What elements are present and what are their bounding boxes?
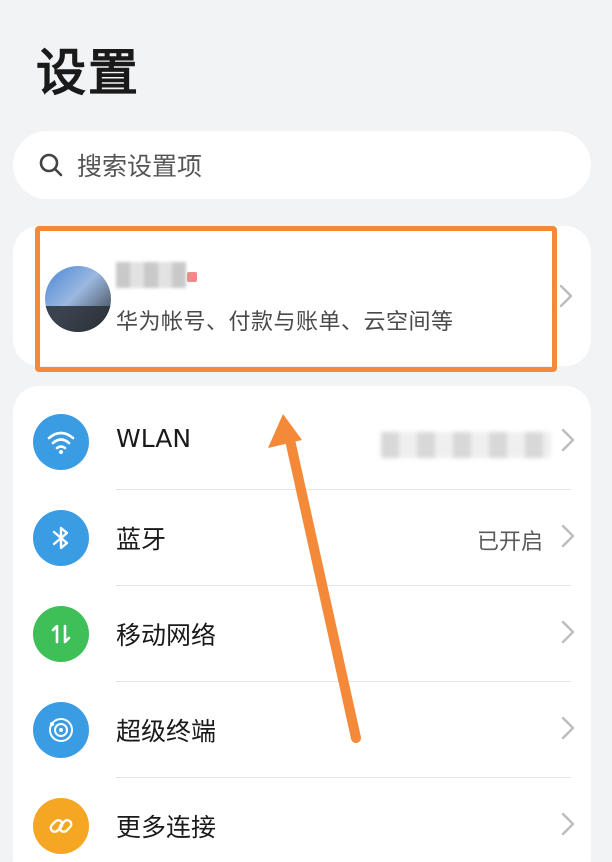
chevron-right-icon xyxy=(561,716,575,740)
bluetooth-status: 已开启 xyxy=(476,530,543,555)
search-icon xyxy=(39,153,63,177)
chevron-right-icon xyxy=(559,284,573,308)
settings-row-mobile-network[interactable]: 移动网络 xyxy=(13,586,591,682)
account-card[interactable]: 华为帐号、付款与账单、云空间等 xyxy=(13,226,591,366)
account-subtitle: 华为帐号、付款与账单、云空间等 xyxy=(116,310,454,335)
chevron-right-icon xyxy=(561,620,575,644)
row-label: 蓝牙 xyxy=(116,525,167,554)
account-name-blurred-mark xyxy=(187,272,197,282)
wifi-icon xyxy=(33,414,89,470)
settings-list: WLAN 蓝牙 已开启 移动网络 超级终端 更多连接 xyxy=(13,386,591,862)
settings-row-wlan[interactable]: WLAN xyxy=(13,394,591,490)
avatar xyxy=(45,266,111,332)
mobile-network-icon xyxy=(33,606,89,662)
row-label: 超级终端 xyxy=(116,717,217,746)
chevron-right-icon xyxy=(561,812,575,836)
page-title: 设置 xyxy=(36,44,140,102)
settings-row-bluetooth[interactable]: 蓝牙 已开启 xyxy=(13,490,591,586)
link-icon xyxy=(33,798,89,854)
super-device-icon xyxy=(33,702,89,758)
account-name-blurred xyxy=(116,262,186,288)
row-label: WLAN xyxy=(116,424,192,453)
wlan-network-blurred xyxy=(381,432,551,458)
chevron-right-icon xyxy=(561,524,575,548)
search-placeholder: 搜索设置项 xyxy=(77,152,203,181)
chevron-right-icon xyxy=(561,428,575,452)
row-label: 移动网络 xyxy=(116,621,217,650)
bluetooth-icon xyxy=(33,510,89,566)
settings-row-super-device[interactable]: 超级终端 xyxy=(13,682,591,778)
row-label: 更多连接 xyxy=(116,813,217,842)
search-bar[interactable]: 搜索设置项 xyxy=(13,131,591,199)
settings-row-more-connections[interactable]: 更多连接 xyxy=(13,778,591,862)
